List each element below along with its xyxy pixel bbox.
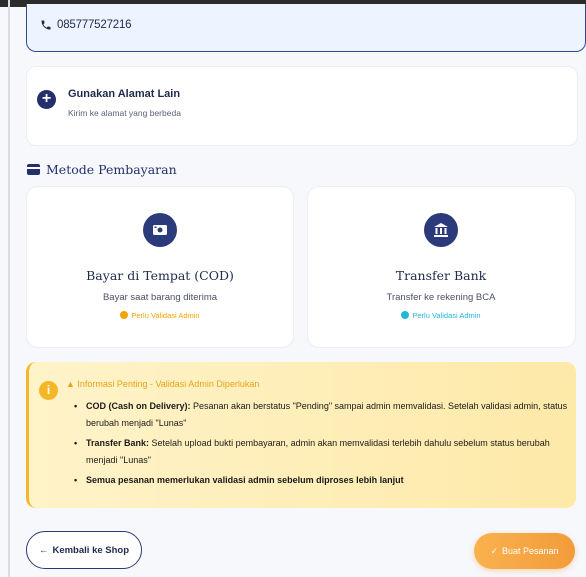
info-item-label: Semua pesanan memerlukan validasi admin … bbox=[86, 475, 404, 485]
alt-address-subtitle: Kirim ke alamat yang berbeda bbox=[68, 108, 181, 118]
credit-card-icon bbox=[27, 164, 40, 175]
check-icon: ✓ bbox=[490, 545, 498, 556]
info-dot-icon bbox=[401, 311, 410, 319]
phone-number: 085777527216 bbox=[57, 19, 132, 31]
back-button-label: Kembali ke Shop bbox=[52, 544, 130, 556]
transfer-description: Transfer ke rekening BCA bbox=[386, 292, 496, 303]
info-title-text: Informasi Penting - Validasi Admin Diper… bbox=[77, 379, 260, 389]
alt-address-card[interactable] bbox=[26, 66, 578, 146]
cod-badge: Perlu Validasi Admin bbox=[26, 311, 294, 320]
alt-address-title: Gunakan Alamat Lain bbox=[68, 88, 181, 100]
info-icon: i bbox=[39, 381, 58, 400]
info-item-label: COD (Cash on Delivery): bbox=[86, 401, 191, 411]
plus-icon[interactable]: + bbox=[37, 90, 56, 109]
bank-icon bbox=[424, 213, 458, 247]
cod-description: Bayar saat barang diterima bbox=[102, 292, 218, 303]
order-button-label: Buat Pesanan bbox=[502, 546, 559, 556]
arrow-left-icon: ← bbox=[38, 544, 49, 556]
payment-option-transfer[interactable] bbox=[307, 186, 576, 348]
payment-option-cod[interactable] bbox=[26, 186, 294, 348]
list-item: Semua pesanan memerlukan validasi admin … bbox=[74, 472, 570, 489]
money-icon bbox=[143, 213, 177, 247]
info-item-text: Setelah upload bukti pembayaran, admin a… bbox=[86, 438, 550, 465]
list-item: Transfer Bank: Setelah upload bukti pemb… bbox=[74, 435, 570, 469]
cod-title: Bayar di Tempat (COD) bbox=[86, 268, 234, 283]
payment-section-title: Metode Pembayaran bbox=[46, 162, 177, 177]
transfer-title: Transfer Bank bbox=[395, 268, 487, 283]
transfer-badge: Perlu Validasi Admin bbox=[307, 311, 575, 320]
info-title: ▲ Informasi Penting - Validasi Admin Dip… bbox=[66, 379, 259, 389]
info-list: COD (Cash on Delivery): Pesanan akan ber… bbox=[74, 398, 570, 492]
list-item: COD (Cash on Delivery): Pesanan akan ber… bbox=[74, 398, 570, 432]
phone-row: 085777527216 bbox=[40, 19, 132, 31]
warning-icon: ▲ bbox=[66, 379, 78, 389]
clock-icon bbox=[120, 311, 129, 319]
phone-icon bbox=[41, 20, 51, 30]
transfer-badge-text: Perlu Validasi Admin bbox=[412, 311, 481, 320]
back-to-shop-button[interactable]: ← Kembali ke Shop bbox=[26, 531, 142, 569]
place-order-button[interactable]: ✓ Buat Pesanan bbox=[474, 533, 575, 569]
cod-badge-text: Perlu Validasi Admin bbox=[131, 311, 200, 320]
left-border bbox=[8, 0, 10, 577]
payment-section-header: Metode Pembayaran bbox=[27, 162, 177, 177]
info-item-label: Transfer Bank: bbox=[86, 438, 150, 448]
